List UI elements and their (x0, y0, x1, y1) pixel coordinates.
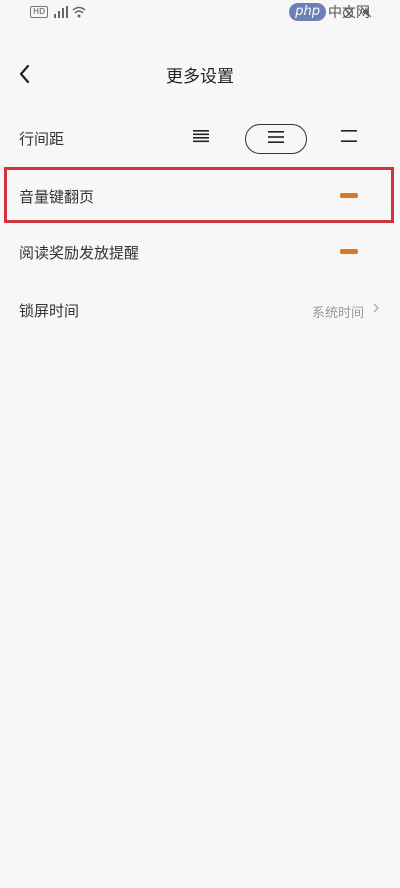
spacing-loose-icon (340, 128, 358, 148)
watermark-text: 中文网 (328, 5, 370, 21)
spacing-compact-icon (192, 128, 210, 148)
line-spacing-label: 行间距 (19, 130, 65, 148)
signal-icon (54, 6, 69, 18)
spacing-standard-icon (267, 129, 285, 149)
reading-reward-label: 阅读奖励发放提醒 (19, 244, 140, 262)
chevron-right-icon (372, 301, 380, 319)
lock-screen-label: 锁屏时间 (19, 302, 80, 320)
spacing-compact-option[interactable] (186, 124, 216, 152)
watermark-logo: php 中文网 (289, 3, 370, 21)
wifi-icon (72, 6, 86, 18)
status-bar: HD php 中文网 (0, 0, 400, 28)
header: 更多设置 (0, 48, 400, 100)
reading-reward-toggle[interactable] (340, 249, 358, 254)
status-left: HD (30, 6, 86, 18)
highlight-annotation-box (4, 167, 394, 223)
hd-badge: HD (30, 6, 49, 18)
spacing-loose-option[interactable] (334, 124, 364, 152)
reading-reward-row[interactable]: 阅读奖励发放提醒 (6, 226, 394, 280)
line-spacing-row: 行间距 (6, 112, 394, 166)
watermark-pill: php (289, 3, 326, 21)
spacing-standard-option[interactable] (245, 124, 307, 154)
lock-screen-value: 系统时间 (311, 306, 364, 321)
lock-screen-row[interactable]: 锁屏时间 系统时间 (6, 284, 394, 338)
page-title: 更多设置 (166, 67, 234, 87)
